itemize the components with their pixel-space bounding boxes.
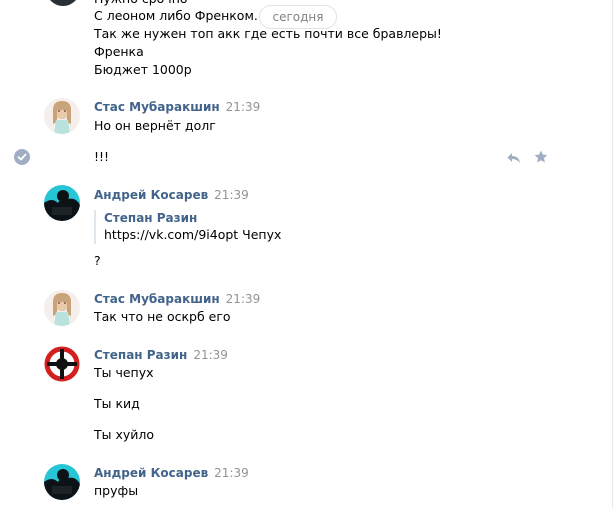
author-name[interactable]: Степан Разин xyxy=(94,348,187,362)
message-time[interactable]: 21:39 xyxy=(214,466,249,480)
message-author[interactable]: Стас Мубаракшин 21:39 xyxy=(94,292,260,306)
message-text: Ты хуйло xyxy=(94,427,155,442)
message-text: пруфы xyxy=(94,483,139,498)
message-time[interactable]: 21:39 xyxy=(226,100,261,114)
quote-author[interactable]: Степан Разин xyxy=(104,210,281,226)
author-name[interactable]: Андрей Косарев xyxy=(94,188,208,202)
message-text: Ты чепух xyxy=(94,365,154,380)
message-text: ? xyxy=(94,253,101,268)
message-time[interactable]: 21:39 xyxy=(226,292,261,306)
reply-arrow-icon[interactable] xyxy=(506,150,522,166)
dark-figure-avatar-icon xyxy=(44,464,80,500)
anime-girl-avatar-icon xyxy=(44,290,80,326)
message-text: Ты кид xyxy=(94,396,140,411)
avatar-andrey[interactable] xyxy=(44,464,80,500)
check-circle-icon[interactable] xyxy=(14,149,30,165)
dark-figure-avatar-icon xyxy=(44,185,80,221)
avatar-andrey[interactable] xyxy=(44,185,80,221)
avatar-stas[interactable] xyxy=(44,98,80,134)
anime-girl-avatar-icon xyxy=(44,98,80,134)
quote-text[interactable]: https://vk.com/9i4opt Чепух xyxy=(104,226,281,244)
panel-border xyxy=(612,0,613,508)
author-name[interactable]: Андрей Косарев xyxy=(94,466,208,480)
message-text: !!! xyxy=(94,149,110,164)
avatar-stepan[interactable] xyxy=(44,346,80,382)
message-text: Френка xyxy=(94,44,144,59)
message-time[interactable]: 21:39 xyxy=(214,188,249,202)
message-text: Так что не оскрб его xyxy=(94,309,231,324)
avatar-top-partial[interactable] xyxy=(46,0,80,6)
star-icon[interactable] xyxy=(533,149,549,165)
crosshair-avatar-icon xyxy=(44,346,80,382)
message-author[interactable]: Степан Разин 21:39 xyxy=(94,348,228,362)
message-text: Бюджет 1000р xyxy=(94,62,192,77)
date-separator: сегодня xyxy=(259,5,337,29)
message-time[interactable]: 21:39 xyxy=(193,348,228,362)
message-author[interactable]: Стас Мубаракшин 21:39 xyxy=(94,100,260,114)
message-author[interactable]: Андрей Косарев 21:39 xyxy=(94,188,249,202)
message-author[interactable]: Андрей Косарев 21:39 xyxy=(94,466,249,480)
avatar-stas[interactable] xyxy=(44,290,80,326)
author-name[interactable]: Стас Мубаракшин xyxy=(94,100,220,114)
message-text: С леоном либо Френком. xyxy=(94,8,258,23)
message-text: Но он вернёт долг xyxy=(94,118,216,133)
forwarded-quote[interactable]: Степан Разин https://vk.com/9i4opt Чепух xyxy=(94,210,281,244)
author-name[interactable]: Стас Мубаракшин xyxy=(94,292,220,306)
